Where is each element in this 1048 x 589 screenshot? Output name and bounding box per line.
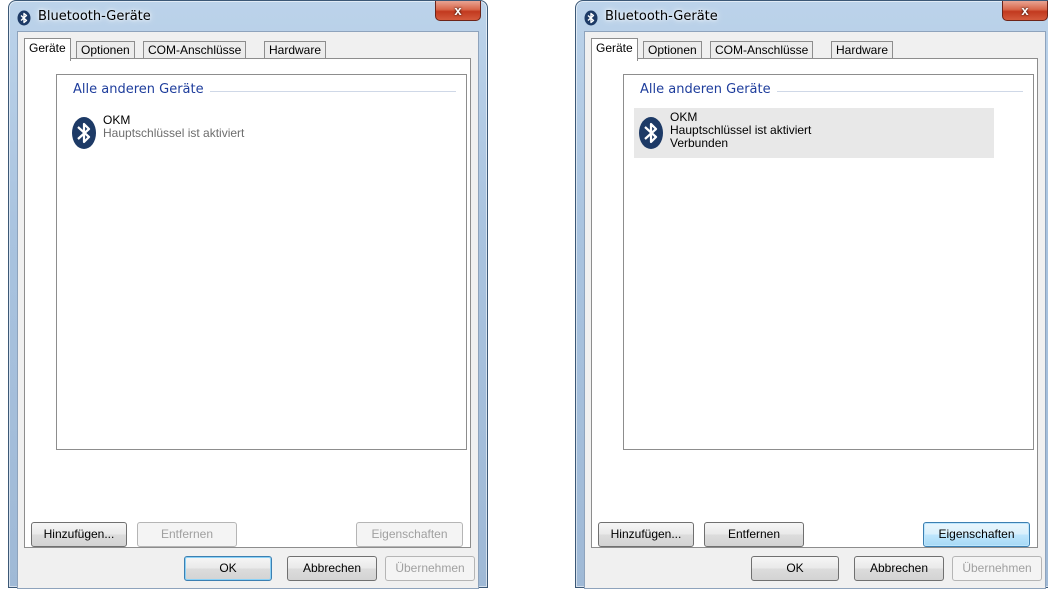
cancel-button[interactable]: Abbrechen bbox=[854, 556, 944, 581]
add-button[interactable]: Hinzufügen... bbox=[31, 522, 127, 547]
tab-panel-geraete: Alle anderen Geräte OKM Hauptschlüssel i… bbox=[24, 58, 471, 548]
device-connection-status: Verbunden bbox=[670, 136, 729, 150]
ok-button[interactable]: OK bbox=[751, 556, 839, 581]
bluetooth-dialog-connected: Bluetooth-Geräte x Geräte Optionen COM-A… bbox=[575, 0, 1048, 589]
bluetooth-icon bbox=[639, 117, 663, 149]
close-button[interactable]: x bbox=[435, 1, 481, 21]
group-header: Alle anderen Geräte bbox=[640, 82, 1023, 100]
device-status: Hauptschlüssel ist aktiviert bbox=[670, 123, 812, 137]
device-item-okm[interactable]: OKM Hauptschlüssel ist aktiviert Verbund… bbox=[634, 108, 994, 158]
close-button[interactable]: x bbox=[1002, 1, 1048, 21]
dialog-body: Geräte Optionen COM-Anschlüsse Hardware … bbox=[584, 31, 1046, 589]
device-name: OKM bbox=[670, 110, 698, 124]
properties-button[interactable]: Eigenschaften bbox=[356, 522, 463, 547]
dialog-body: Geräte Optionen COM-Anschlüsse Hardware … bbox=[17, 31, 479, 589]
properties-button[interactable]: Eigenschaften bbox=[923, 522, 1030, 547]
bluetooth-dialog-disconnected: Bluetooth-Geräte x Geräte Optionen COM-A… bbox=[8, 0, 488, 589]
apply-button[interactable]: Übernehmen bbox=[952, 556, 1042, 581]
device-list[interactable]: Alle anderen Geräte OKM Hauptschlüssel i… bbox=[623, 74, 1034, 450]
cancel-button[interactable]: Abbrechen bbox=[287, 556, 377, 581]
tab-panel-geraete: Alle anderen Geräte OKM Hauptschlüssel i… bbox=[591, 58, 1038, 548]
add-button[interactable]: Hinzufügen... bbox=[598, 522, 694, 547]
title-bar[interactable]: Bluetooth-Geräte x bbox=[9, 1, 487, 31]
window-title: Bluetooth-Geräte bbox=[38, 9, 151, 24]
group-label: Alle anderen Geräte bbox=[73, 82, 210, 97]
group-header: Alle anderen Geräte bbox=[73, 82, 456, 100]
group-label: Alle anderen Geräte bbox=[640, 82, 777, 97]
bluetooth-icon bbox=[584, 10, 598, 26]
bluetooth-icon bbox=[72, 117, 96, 149]
device-name: OKM bbox=[103, 113, 131, 127]
device-list[interactable]: Alle anderen Geräte OKM Hauptschlüssel i… bbox=[56, 74, 467, 450]
tab-geraete[interactable]: Geräte bbox=[591, 38, 638, 61]
apply-button[interactable]: Übernehmen bbox=[385, 556, 475, 581]
window-title: Bluetooth-Geräte bbox=[605, 9, 718, 24]
bluetooth-icon bbox=[17, 10, 31, 26]
ok-button[interactable]: OK bbox=[184, 556, 272, 581]
device-item-okm[interactable]: OKM Hauptschlüssel ist aktiviert bbox=[67, 108, 427, 158]
device-status: Hauptschlüssel ist aktiviert bbox=[103, 126, 245, 140]
remove-button[interactable]: Entfernen bbox=[137, 522, 237, 547]
remove-button[interactable]: Entfernen bbox=[704, 522, 804, 547]
title-bar[interactable]: Bluetooth-Geräte x bbox=[576, 1, 1048, 31]
tab-geraete[interactable]: Geräte bbox=[24, 38, 71, 61]
